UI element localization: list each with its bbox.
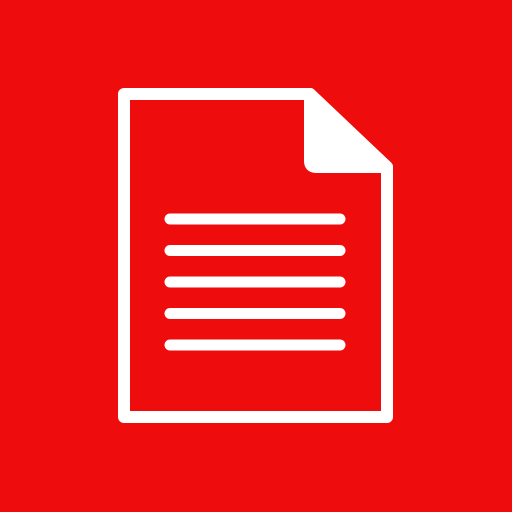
app-icon-tile bbox=[0, 0, 512, 512]
document-folded-corner bbox=[304, 88, 393, 173]
document-text-lines bbox=[164, 213, 346, 351]
document-icon bbox=[118, 88, 393, 423]
